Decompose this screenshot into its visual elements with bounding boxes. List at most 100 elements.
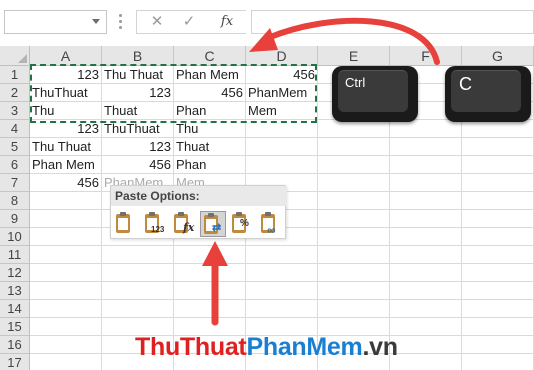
cell-f4[interactable]: [390, 120, 462, 138]
select-all-button[interactable]: [0, 46, 30, 66]
column-header-f[interactable]: F: [390, 46, 462, 66]
cell-a15[interactable]: [30, 318, 102, 336]
cell-e6[interactable]: [318, 156, 390, 174]
row-header-3[interactable]: 3: [0, 102, 30, 120]
cell-e5[interactable]: [318, 138, 390, 156]
row-header-9[interactable]: 9: [0, 210, 30, 228]
cell-b6[interactable]: 456: [102, 156, 174, 174]
chevron-down-icon[interactable]: [92, 19, 100, 24]
cell-c11[interactable]: [174, 246, 246, 264]
column-header-d[interactable]: D: [246, 46, 318, 66]
cell-a17[interactable]: [30, 354, 102, 370]
column-header-a[interactable]: A: [30, 46, 102, 66]
cell-c14[interactable]: [174, 300, 246, 318]
cell-d4[interactable]: [246, 120, 318, 138]
cell-e13[interactable]: [318, 282, 390, 300]
cell-b14[interactable]: [102, 300, 174, 318]
cell-g16[interactable]: [462, 336, 534, 354]
row-header-17[interactable]: 17: [0, 354, 30, 370]
cell-d3[interactable]: Mem: [246, 102, 318, 120]
cell-b5[interactable]: 123: [102, 138, 174, 156]
row-header-1[interactable]: 1: [0, 66, 30, 84]
cell-b1[interactable]: Thu Thuat: [102, 66, 174, 84]
cell-g8[interactable]: [462, 192, 534, 210]
cell-g15[interactable]: [462, 318, 534, 336]
cell-e7[interactable]: [318, 174, 390, 192]
cell-f12[interactable]: [390, 264, 462, 282]
cell-b11[interactable]: [102, 246, 174, 264]
cell-c6[interactable]: Phan: [174, 156, 246, 174]
cell-g7[interactable]: [462, 174, 534, 192]
cell-f14[interactable]: [390, 300, 462, 318]
cell-f10[interactable]: [390, 228, 462, 246]
row-header-7[interactable]: 7: [0, 174, 30, 192]
row-header-14[interactable]: 14: [0, 300, 30, 318]
cell-a7[interactable]: 456: [30, 174, 102, 192]
cell-f6[interactable]: [390, 156, 462, 174]
row-header-4[interactable]: 4: [0, 120, 30, 138]
column-header-c[interactable]: C: [174, 46, 246, 66]
cell-g10[interactable]: [462, 228, 534, 246]
formula-input[interactable]: [251, 10, 534, 34]
cell-c1[interactable]: Phan Mem: [174, 66, 246, 84]
row-header-12[interactable]: 12: [0, 264, 30, 282]
cell-a1[interactable]: 123: [30, 66, 102, 84]
cell-a2[interactable]: ThuThuat: [30, 84, 102, 102]
paste-values-icon[interactable]: 123: [142, 211, 168, 237]
cell-c2[interactable]: 456: [174, 84, 246, 102]
cell-f15[interactable]: [390, 318, 462, 336]
cell-f8[interactable]: [390, 192, 462, 210]
cell-g12[interactable]: [462, 264, 534, 282]
paste-formulas-icon[interactable]: fx: [171, 211, 197, 237]
cell-d1[interactable]: 456: [246, 66, 318, 84]
cell-a4[interactable]: 123: [30, 120, 102, 138]
cell-c13[interactable]: [174, 282, 246, 300]
cell-a5[interactable]: Thu Thuat: [30, 138, 102, 156]
column-header-g[interactable]: G: [462, 46, 534, 66]
cell-d6[interactable]: [246, 156, 318, 174]
name-box[interactable]: [4, 10, 107, 34]
cell-e11[interactable]: [318, 246, 390, 264]
cell-g11[interactable]: [462, 246, 534, 264]
drag-handle-icon[interactable]: [119, 14, 122, 30]
cell-a9[interactable]: [30, 210, 102, 228]
cell-e10[interactable]: [318, 228, 390, 246]
cell-b12[interactable]: [102, 264, 174, 282]
row-header-16[interactable]: 16: [0, 336, 30, 354]
cell-g6[interactable]: [462, 156, 534, 174]
column-header-b[interactable]: B: [102, 46, 174, 66]
cell-e8[interactable]: [318, 192, 390, 210]
row-header-11[interactable]: 11: [0, 246, 30, 264]
cell-f13[interactable]: [390, 282, 462, 300]
cell-g13[interactable]: [462, 282, 534, 300]
row-header-2[interactable]: 2: [0, 84, 30, 102]
paste-link-icon[interactable]: ∞: [258, 211, 284, 237]
paste-transpose-icon[interactable]: ⇄: [200, 211, 226, 237]
cell-f16[interactable]: [390, 336, 462, 354]
cell-b3[interactable]: Thuat: [102, 102, 174, 120]
cell-g4[interactable]: [462, 120, 534, 138]
cell-f9[interactable]: [390, 210, 462, 228]
row-header-15[interactable]: 15: [0, 318, 30, 336]
row-header-10[interactable]: 10: [0, 228, 30, 246]
enter-icon[interactable]: ✓: [177, 13, 201, 31]
cell-b2[interactable]: 123: [102, 84, 174, 102]
cell-a6[interactable]: Phan Mem: [30, 156, 102, 174]
cell-a10[interactable]: [30, 228, 102, 246]
row-header-5[interactable]: 5: [0, 138, 30, 156]
cell-f5[interactable]: [390, 138, 462, 156]
column-header-e[interactable]: E: [318, 46, 390, 66]
cell-f17[interactable]: [390, 354, 462, 370]
paste-icon[interactable]: [113, 211, 139, 237]
cell-d13[interactable]: [246, 282, 318, 300]
cancel-icon[interactable]: ✕: [145, 13, 169, 31]
cell-e14[interactable]: [318, 300, 390, 318]
cell-d14[interactable]: [246, 300, 318, 318]
cell-e9[interactable]: [318, 210, 390, 228]
row-header-6[interactable]: 6: [0, 156, 30, 174]
cell-g9[interactable]: [462, 210, 534, 228]
cell-a14[interactable]: [30, 300, 102, 318]
cell-b13[interactable]: [102, 282, 174, 300]
cell-c5[interactable]: Thuat: [174, 138, 246, 156]
cell-d12[interactable]: [246, 264, 318, 282]
